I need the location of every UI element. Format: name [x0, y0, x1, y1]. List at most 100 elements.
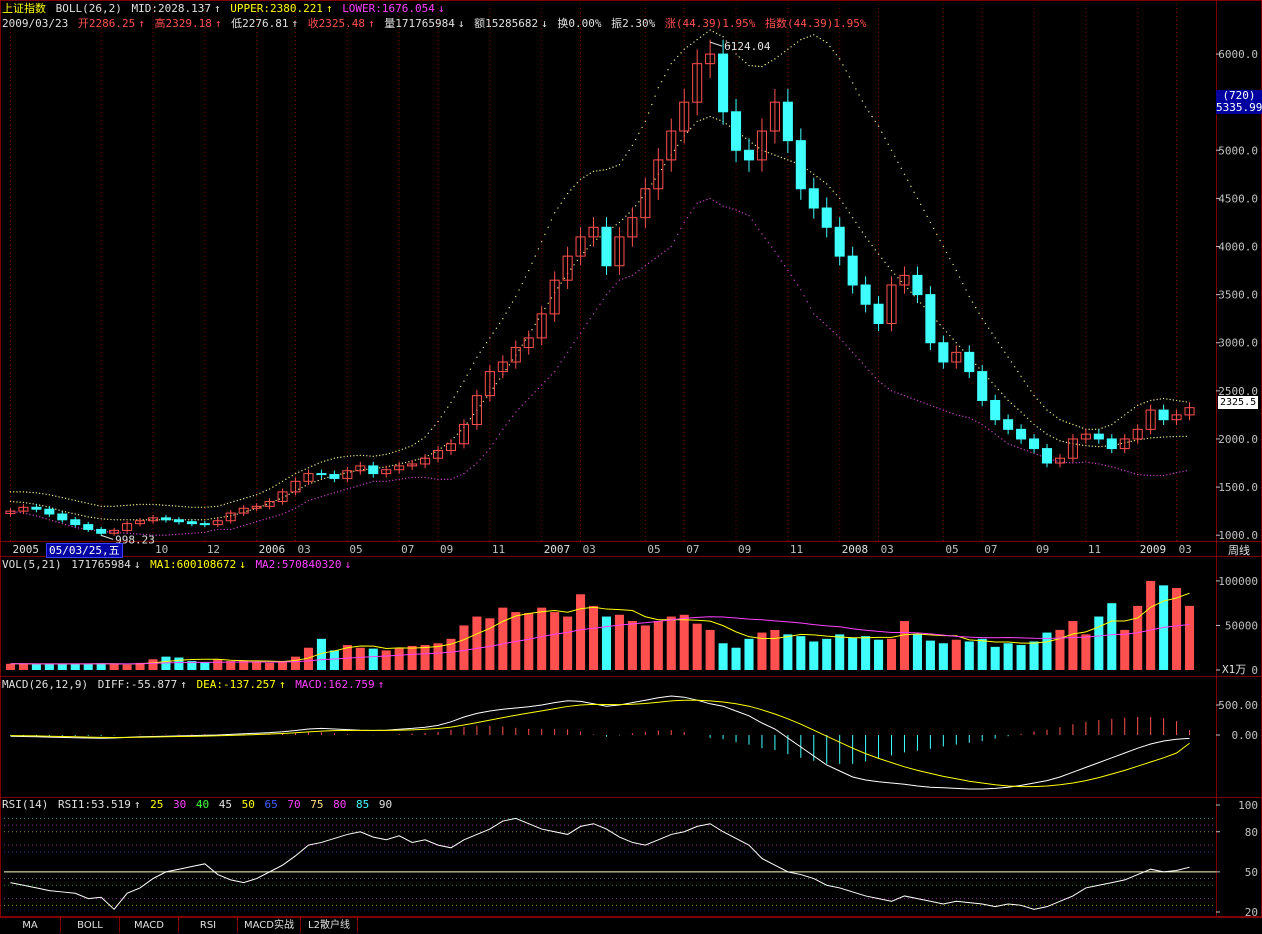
boll-lower-dot: [900, 393, 902, 396]
boll-upper-dot: [463, 380, 465, 382]
tab-macd[interactable]: MACD: [120, 918, 179, 933]
boll-lower-dot: [848, 348, 851, 350]
volume-bar: [498, 607, 508, 670]
vol-ma1: MA1:600108672: [150, 558, 237, 571]
boll-upper-dot: [660, 81, 663, 83]
boll-lower-dot: [223, 528, 225, 531]
boll-upper-dot: [61, 496, 64, 499]
boll-lower-dot: [1182, 470, 1184, 473]
boll-upper-dot: [761, 65, 763, 68]
boll-upper-dot: [1107, 425, 1110, 427]
boll-upper-dot: [307, 467, 310, 469]
boll-upper-dot: [583, 176, 585, 178]
volume-bar: [886, 638, 897, 670]
boll-lower-dot: [184, 533, 187, 535]
boll-upper-dot: [958, 276, 961, 278]
boll-lower-dot: [327, 494, 329, 496]
tab-rsi[interactable]: RSI: [179, 918, 238, 933]
chart-canvas[interactable]: 1000.01500.02000.02500.03000.03500.04000…: [0, 0, 1262, 933]
rsi-name[interactable]: RSI(14): [2, 798, 48, 811]
boll-lower-dot: [1065, 461, 1068, 464]
boll-upper-dot: [596, 170, 598, 172]
boll-lower-dot: [534, 391, 536, 393]
macd-name[interactable]: MACD(26,12,9): [2, 678, 88, 691]
vol-name[interactable]: VOL(5,21): [2, 558, 62, 571]
boll-upper-dot: [754, 65, 757, 67]
boll-lower-dot: [191, 532, 193, 534]
boll-mid-dot: [68, 511, 70, 514]
boll-upper-dot: [456, 391, 459, 393]
boll-lower-dot: [362, 483, 365, 485]
boll-lower-dot: [1117, 468, 1119, 470]
boll-upper-dot: [1156, 398, 1158, 401]
boll-mid-dot: [838, 197, 841, 200]
index-name[interactable]: 上证指数: [2, 2, 46, 15]
boll-mid-dot: [187, 519, 190, 521]
boll-lower-dot: [275, 515, 277, 517]
boll-upper-dot: [540, 240, 543, 243]
boll-lower-dot: [861, 362, 864, 364]
boll-mid-dot: [758, 147, 760, 149]
boll-upper-dot: [537, 248, 540, 250]
boll-mid-dot: [508, 364, 511, 366]
boll-upper-dot: [1185, 401, 1187, 403]
candlestick-series[interactable]: [5, 39, 1195, 536]
boll-upper-dot: [327, 459, 329, 461]
boll-upper-dot: [547, 226, 549, 228]
volume-bar: [1068, 621, 1078, 670]
boll-upper-dot: [557, 207, 559, 209]
boll-upper-dot: [502, 317, 504, 320]
boll-lower-dot: [414, 476, 417, 479]
boll-mid-dot: [709, 115, 711, 118]
boll-mid-dot: [861, 231, 864, 233]
boll-lower-dot: [1130, 471, 1132, 474]
boll-lower-dot: [625, 277, 627, 279]
boll-lower-dot: [450, 478, 452, 481]
boll-mid-dot: [64, 511, 67, 513]
boll-lower-dot: [1149, 474, 1152, 477]
boll-upper-dot: [314, 464, 316, 466]
boll-lower-dot: [871, 373, 873, 375]
volume-tick-label: 100000: [1218, 575, 1258, 588]
price-tick-label: 1000.0: [1218, 529, 1258, 542]
boll-mid-dot: [774, 154, 776, 156]
boll-upper-dot: [259, 492, 261, 495]
boll-upper-dot: [97, 504, 99, 507]
volume-bar: [1094, 616, 1104, 670]
boll-upper-dot: [155, 503, 157, 506]
boll-lower-dot: [359, 484, 362, 486]
boll-mid-dot: [434, 451, 436, 453]
candle-body: [1003, 419, 1014, 430]
down-arrow-icon: ↓: [437, 2, 445, 15]
boll-lower-dot: [298, 505, 300, 508]
boll-upper-dot: [1000, 346, 1003, 349]
period-label[interactable]: 周线: [1228, 544, 1250, 557]
tab-l2-retail[interactable]: L2散户线: [301, 918, 358, 933]
boll-mid-dot: [689, 127, 692, 130]
boll-lower-dot: [907, 396, 909, 398]
tab-macd-practice[interactable]: MACD实战: [238, 918, 301, 933]
tab-ma[interactable]: MA: [0, 918, 61, 933]
boll-upper-dot: [696, 38, 698, 41]
boll-lower-dot: [281, 513, 284, 515]
boll-lower-dot: [826, 324, 828, 327]
boll-lower-dot: [249, 522, 251, 525]
boll-mid-dot: [919, 302, 922, 304]
boll-lower-dot: [472, 464, 475, 467]
boll-upper-dot: [450, 401, 452, 404]
boll-upper-dot: [570, 189, 572, 191]
boll-lower-dot: [508, 419, 511, 422]
boll-upper-dot: [1104, 426, 1107, 428]
boll-mid-dot: [1130, 440, 1132, 443]
tab-boll[interactable]: BOLL: [61, 918, 120, 933]
boll-lower-dot: [560, 361, 562, 363]
volume-axis: 0 50000 100000: [1216, 575, 1258, 677]
quote-turnover: 换0.00%: [557, 17, 602, 30]
boll-mid-dot: [531, 329, 533, 331]
boll-mid-dot: [301, 486, 303, 489]
boll-upper-dot: [544, 233, 546, 236]
boll-upper-dot: [689, 43, 692, 46]
macd-diff: DIFF:-55.877: [97, 678, 178, 691]
boll-upper-dot: [858, 94, 860, 96]
boll-mid-dot: [767, 151, 770, 154]
